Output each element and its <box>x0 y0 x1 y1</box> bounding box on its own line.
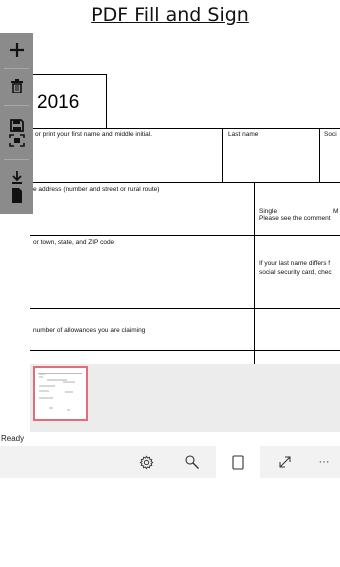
social-label: Soci <box>324 131 337 138</box>
address-label: e address (number and street or rural ro… <box>33 186 160 193</box>
left-toolbar <box>0 33 33 214</box>
form-year: 2016 <box>37 92 80 113</box>
search-icon <box>185 455 199 469</box>
form-line <box>254 182 255 364</box>
trash-icon <box>10 79 23 93</box>
last-name-label: Last name <box>228 131 259 138</box>
add-icon <box>9 42 24 57</box>
form-line <box>30 74 107 75</box>
form-line <box>30 235 340 236</box>
first-name-label: or print your first name and middle init… <box>35 131 153 138</box>
last-name-differs-label: If your last name differs f <box>259 260 331 267</box>
form-line <box>106 74 107 128</box>
more-button[interactable]: ··· <box>312 446 336 478</box>
form-line <box>30 350 340 351</box>
toolbar-separator <box>4 105 29 106</box>
save-icon <box>9 119 24 132</box>
married-label: M <box>333 208 339 215</box>
page-thumbnail[interactable] <box>33 366 88 421</box>
city-label: or town, state, and ZIP code <box>33 239 115 246</box>
form-line <box>30 128 340 129</box>
save-scan-button[interactable] <box>0 113 33 153</box>
settings-button[interactable] <box>132 446 160 478</box>
toolbar-separator <box>4 159 29 160</box>
fullscreen-icon <box>279 456 291 468</box>
single-label: Single <box>259 208 278 215</box>
form-line <box>30 182 340 183</box>
thumbnail-preview <box>38 373 82 411</box>
see-comment-label: Please see the comment <box>259 215 331 222</box>
form-line <box>222 128 223 182</box>
form-line <box>30 308 340 309</box>
command-bar: ··· <box>0 446 340 478</box>
scan-icon <box>8 134 25 147</box>
pdf-document-view[interactable]: 2016 or print your first name and middle… <box>0 36 340 366</box>
social-card-label: social security card, chec <box>259 269 332 276</box>
page-button[interactable] <box>224 446 252 478</box>
status-text: Ready <box>1 434 25 443</box>
add-button[interactable] <box>0 36 33 63</box>
download-button[interactable] <box>0 167 33 207</box>
page-icon <box>232 454 244 470</box>
delete-button[interactable] <box>0 74 33 98</box>
fullscreen-button[interactable] <box>271 446 299 478</box>
settings-icon <box>139 455 154 469</box>
search-button[interactable] <box>178 446 206 478</box>
app-title: PDF Fill and Sign <box>91 4 249 26</box>
page-thumbnail-strip <box>30 364 340 432</box>
download-icon <box>11 171 22 203</box>
form-line <box>319 128 320 182</box>
allowances-label: number of allowances you are claiming <box>33 327 146 334</box>
toolbar-separator <box>4 68 29 69</box>
